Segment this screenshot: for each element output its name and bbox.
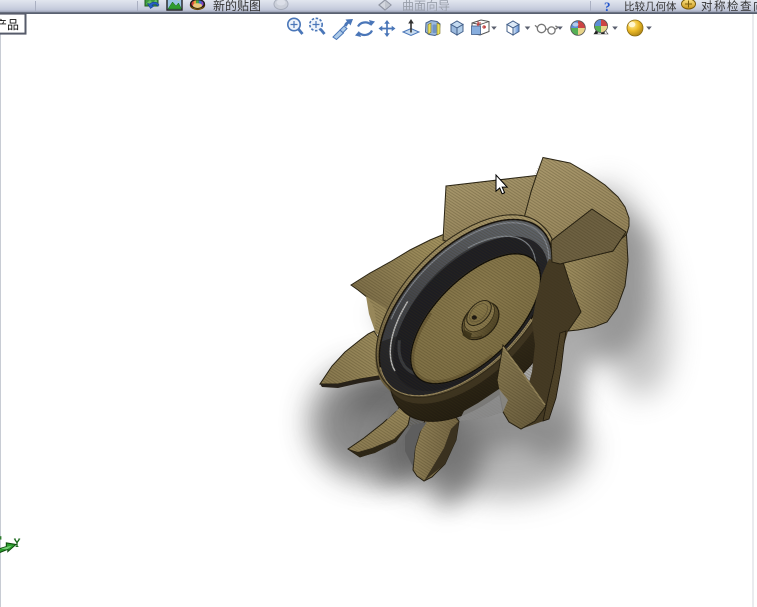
svg-text:对称检查向: 对称检查向 <box>701 0 757 13</box>
svg-text:比较几何体: 比较几何体 <box>624 0 677 13</box>
svg-text:?: ? <box>604 0 611 14</box>
svg-text:曲面向导: 曲面向导 <box>402 0 450 13</box>
svg-text:产品: 产品 <box>0 18 19 32</box>
svg-text:新的贴图: 新的贴图 <box>213 0 261 13</box>
